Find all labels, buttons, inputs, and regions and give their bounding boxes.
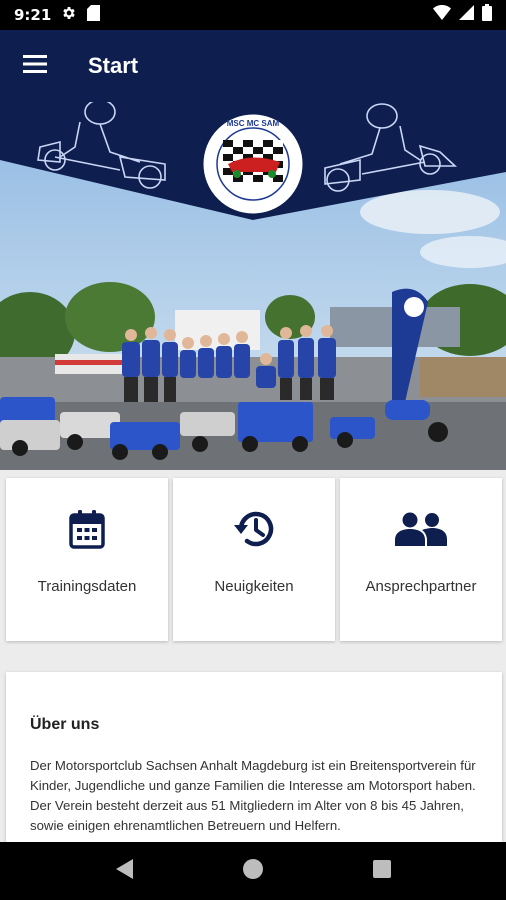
quick-links: Trainingsdaten Neuigkeiten Ansprechpartn… <box>0 478 506 643</box>
tile-trainingsdaten[interactable]: Trainingsdaten <box>6 478 168 641</box>
sd-card-icon <box>87 4 101 26</box>
header-banner: MSC MC SAM <box>0 102 506 470</box>
battery-icon <box>482 4 492 26</box>
recents-icon[interactable] <box>372 859 392 884</box>
about-text: Der Motorsportclub Sachsen Anhalt Magdeb… <box>30 758 476 833</box>
logo-text-top: MSC MC SAM <box>227 119 280 128</box>
page-title: Start <box>88 53 139 78</box>
app-bar: Start <box>0 30 506 102</box>
history-icon <box>233 508 275 550</box>
calendar-icon <box>69 508 105 550</box>
signal-icon <box>459 5 474 25</box>
club-logo: MSC MC SAM <box>200 111 306 217</box>
menu-button[interactable] <box>0 30 70 102</box>
status-time: 9:21 <box>14 6 52 24</box>
tile-neuigkeiten[interactable]: Neuigkeiten <box>173 478 335 641</box>
wifi-icon <box>433 5 451 25</box>
tile-ansprechpartner[interactable]: Ansprechpartner <box>340 478 502 641</box>
home-icon[interactable] <box>242 858 264 885</box>
people-icon <box>395 508 447 550</box>
back-icon[interactable] <box>114 858 134 885</box>
status-left: 9:21 <box>14 4 101 26</box>
status-right <box>433 4 492 26</box>
gear-icon <box>61 5 77 26</box>
tile-label-neuigkeiten: Neuigkeiten <box>214 578 294 595</box>
tile-label-trainingsdaten: Trainingsdaten <box>37 578 137 595</box>
about-title: Über uns <box>30 716 100 733</box>
hamburger-menu-icon <box>23 54 47 78</box>
navigation-bar <box>0 842 506 900</box>
status-bar: 9:21 <box>0 0 506 30</box>
tile-label-ansprechpartner: Ansprechpartner <box>365 578 477 595</box>
